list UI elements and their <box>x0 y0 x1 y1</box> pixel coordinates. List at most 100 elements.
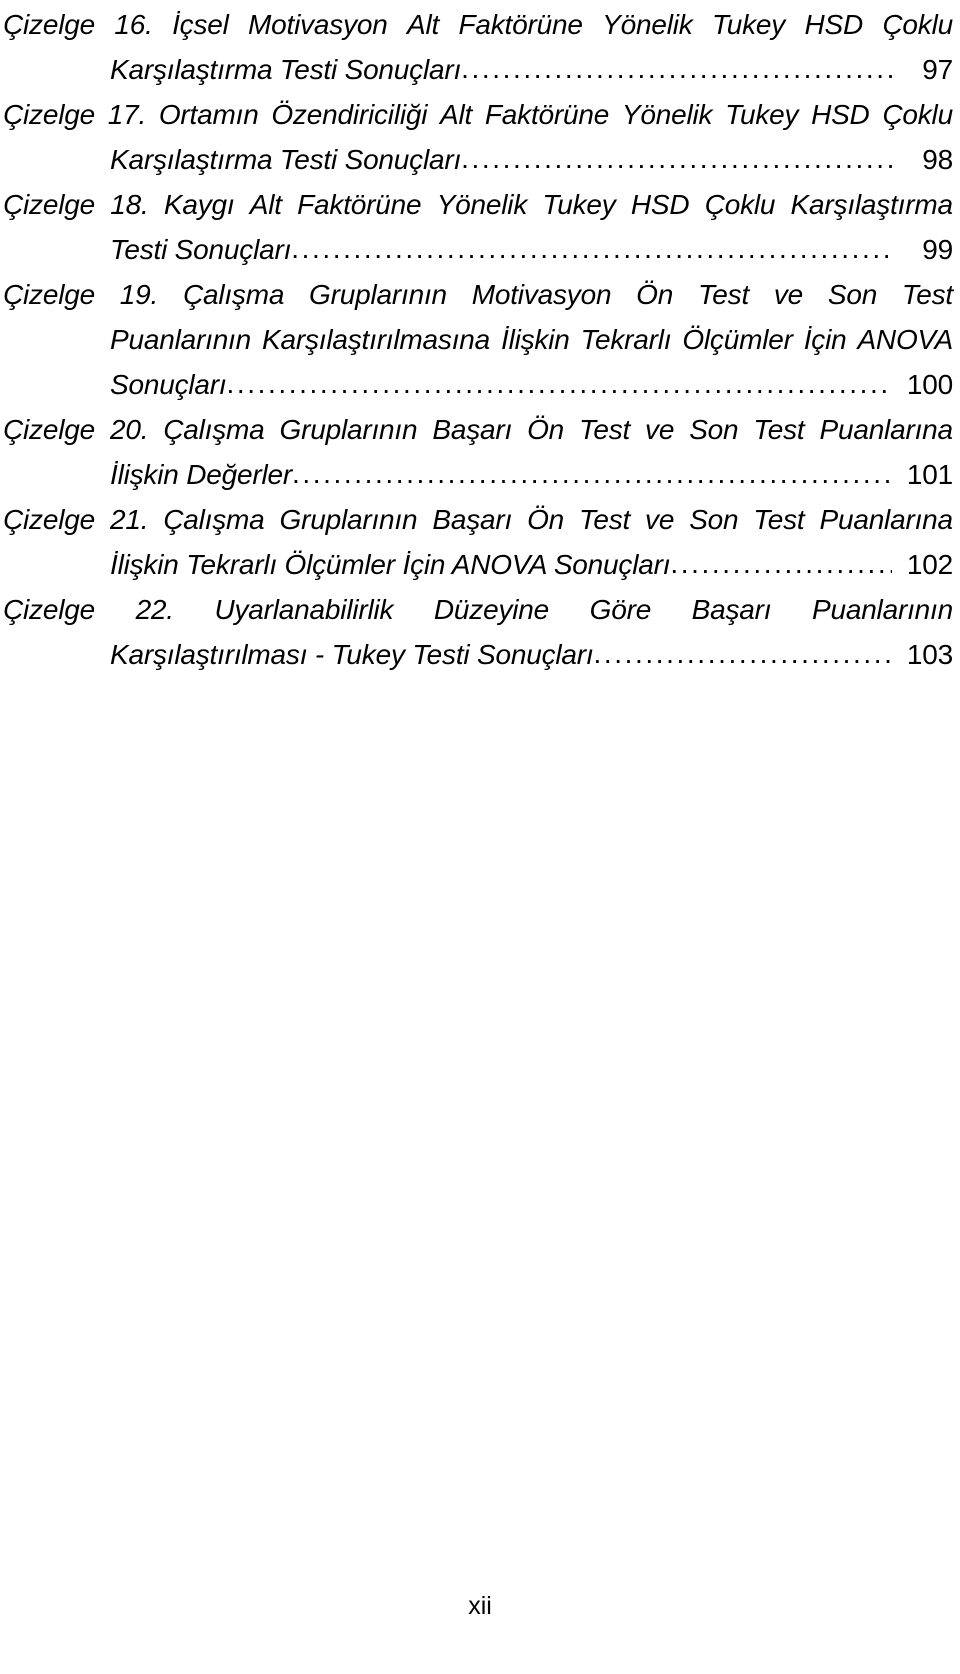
toc-word: Ön <box>527 414 565 445</box>
toc-word: ve <box>645 414 675 445</box>
toc-entry-text: Karşılaştırma Testi Sonuçları <box>110 54 462 85</box>
toc-word: Çoklu <box>882 9 953 40</box>
toc-entry-text: Sonuçları <box>110 369 227 400</box>
dot-leader <box>461 46 892 91</box>
toc-word: Son <box>689 504 739 535</box>
toc-page-number[interactable]: 97 <box>892 47 953 92</box>
toc-word: Puanlarına <box>819 504 953 535</box>
toc-word: Karşılaştırılmasına <box>261 324 491 355</box>
toc-word: 18. <box>110 189 149 220</box>
toc-word: 19. <box>119 279 159 310</box>
toc-entry-text: Çizelge 22. Uyarlanabilirlik Düzeyine Göre Ba… <box>3 587 953 632</box>
dot-leader <box>292 451 892 496</box>
toc-word: Çizelge <box>3 279 95 310</box>
toc-entry-line: Çizelge 17. Ortamın Özendiriciliği Alt Faktör… <box>3 92 953 137</box>
toc-word: HSD <box>804 9 864 40</box>
toc-word: 20. <box>109 414 149 445</box>
toc-entry-line: Testi Sonuçları 99 <box>3 227 953 272</box>
toc-entry-text: Çizelge 20. Çalışma Gruplarının Başarı Ön Test… <box>3 407 953 452</box>
toc-word: İçin <box>803 324 847 355</box>
toc-word: Çalışma <box>182 279 285 310</box>
dot-leader <box>291 226 892 271</box>
toc-word: Yönelik <box>436 189 528 220</box>
toc-word: Düzeyine <box>433 594 550 625</box>
toc-word: Çalışma <box>163 504 265 535</box>
toc-entry-text: İlişkin Değerler <box>110 459 292 490</box>
toc-word: Uyarlanabilirlik <box>214 594 394 625</box>
toc-page-number[interactable]: 99 <box>892 227 953 272</box>
toc-word: Son <box>827 279 878 310</box>
toc-page-number[interactable]: 98 <box>892 137 953 182</box>
toc-entry[interactable]: Çizelge 21. Çalışma Gruplarının Başarı Ön Test… <box>3 497 953 587</box>
toc-word: Faktörüne <box>484 99 610 130</box>
dot-leader <box>227 361 893 406</box>
toc-word: Gruplarının <box>279 504 418 535</box>
toc-entry[interactable]: Çizelge 20. Çalışma Gruplarının Başarı Ön Test… <box>3 407 953 497</box>
toc-word: İlişkin <box>501 324 570 355</box>
toc-entry-line: Çizelge 20. Çalışma Gruplarının Başarı Ön Test… <box>3 407 953 452</box>
toc-word: Çizelge <box>3 504 95 535</box>
toc-page-number[interactable]: 101 <box>892 452 953 497</box>
toc-word: Test <box>753 414 805 445</box>
toc-word: Faktörüne <box>458 9 583 40</box>
toc-word: Alt <box>249 189 282 220</box>
toc-word: Son <box>689 414 739 445</box>
toc-entry[interactable]: Çizelge 17. Ortamın Özendiriciliği Alt Faktör… <box>3 92 953 182</box>
toc-word: 21. <box>109 504 149 535</box>
toc-word: Tekrarlı <box>580 324 672 355</box>
toc-page-number[interactable]: 102 <box>892 542 953 587</box>
dot-leader <box>670 541 892 586</box>
toc-word: Test <box>753 504 805 535</box>
toc-entry-line: Karşılaştırılması - Tukey Testi Sonuçlar… <box>3 632 953 677</box>
toc-word: Tukey <box>725 99 799 130</box>
toc-word: Yönelik <box>602 9 693 40</box>
toc-entry[interactable]: Çizelge 18. Kaygı Alt Faktörüne Yönelik Tukey H… <box>3 182 953 272</box>
toc-word: Çizelge <box>3 189 95 220</box>
toc-word: Ortamın <box>158 99 259 130</box>
toc-entry-text: Karşılaştırılması - Tukey Testi Sonuçlar… <box>110 639 594 670</box>
list-of-tables: Çizelge 16. İçsel Motivasyon Alt Faktörüne Yön… <box>3 2 953 677</box>
toc-entry-text: Çizelge 19. Çalışma Gruplarının Motivasyon Ön… <box>3 272 953 317</box>
toc-word: Puanlarının <box>110 324 252 355</box>
toc-word: Alt <box>440 99 473 130</box>
toc-word: Başarı <box>691 594 772 625</box>
toc-entry-text: Testi Sonuçları <box>110 234 292 265</box>
toc-page-number[interactable]: 103 <box>892 632 953 677</box>
toc-word: Ölçümler <box>682 324 793 355</box>
toc-word: Çizelge <box>3 414 95 445</box>
toc-entry-text: Çizelge 21. Çalışma Gruplarının Başarı Ön Test… <box>3 497 953 542</box>
toc-word: Motivasyon <box>248 9 388 40</box>
toc-word: 17. <box>107 99 147 130</box>
toc-word: Tukey <box>542 189 616 220</box>
toc-word: Kaygı <box>163 189 235 220</box>
toc-entry-line: Çizelge 16. İçsel Motivasyon Alt Faktörüne Yön… <box>3 2 953 47</box>
toc-word: Göre <box>589 594 652 625</box>
toc-word: Puanlarına <box>819 414 953 445</box>
page-folio: xii <box>468 1592 492 1620</box>
toc-entry-text: Çizelge 18. Kaygı Alt Faktörüne Yönelik Tukey H… <box>3 182 953 227</box>
toc-entry-line: İlişkin Değerler 101 <box>3 452 953 497</box>
toc-entry[interactable]: Çizelge 22. Uyarlanabilirlik Düzeyine Göre Ba… <box>3 587 953 677</box>
toc-word: HSD <box>811 99 870 130</box>
toc-word: Karşılaştırma <box>790 189 954 220</box>
toc-word: Gruplarının <box>279 414 418 445</box>
dot-leader <box>594 631 892 676</box>
toc-word: Çoklu <box>882 99 953 130</box>
toc-word: Çizelge <box>3 99 95 130</box>
toc-page-number[interactable]: 100 <box>892 362 953 407</box>
toc-word: ve <box>773 279 804 310</box>
toc-word: Başarı <box>432 414 513 445</box>
toc-word: Tukey <box>711 9 786 40</box>
toc-word: Alt <box>407 9 440 40</box>
toc-word: 22. <box>135 594 175 625</box>
toc-entry[interactable]: Çizelge 19. Çalışma Gruplarının Motivasyon Ön… <box>3 272 953 407</box>
toc-word: Faktörüne <box>297 189 422 220</box>
toc-entry-line: Çizelge 19. Çalışma Gruplarının Motivasyon Ön… <box>3 272 953 317</box>
toc-word: Test <box>578 414 631 445</box>
toc-word: Ön <box>636 279 674 310</box>
toc-entry-line: Karşılaştırma Testi Sonuçları 98 <box>3 137 953 182</box>
toc-word: Gruplarının <box>309 279 447 310</box>
toc-word: Başarı <box>432 504 513 535</box>
toc-word: İçsel <box>172 9 229 40</box>
toc-entry[interactable]: Çizelge 16. İçsel Motivasyon Alt Faktörüne Yön… <box>3 2 953 92</box>
